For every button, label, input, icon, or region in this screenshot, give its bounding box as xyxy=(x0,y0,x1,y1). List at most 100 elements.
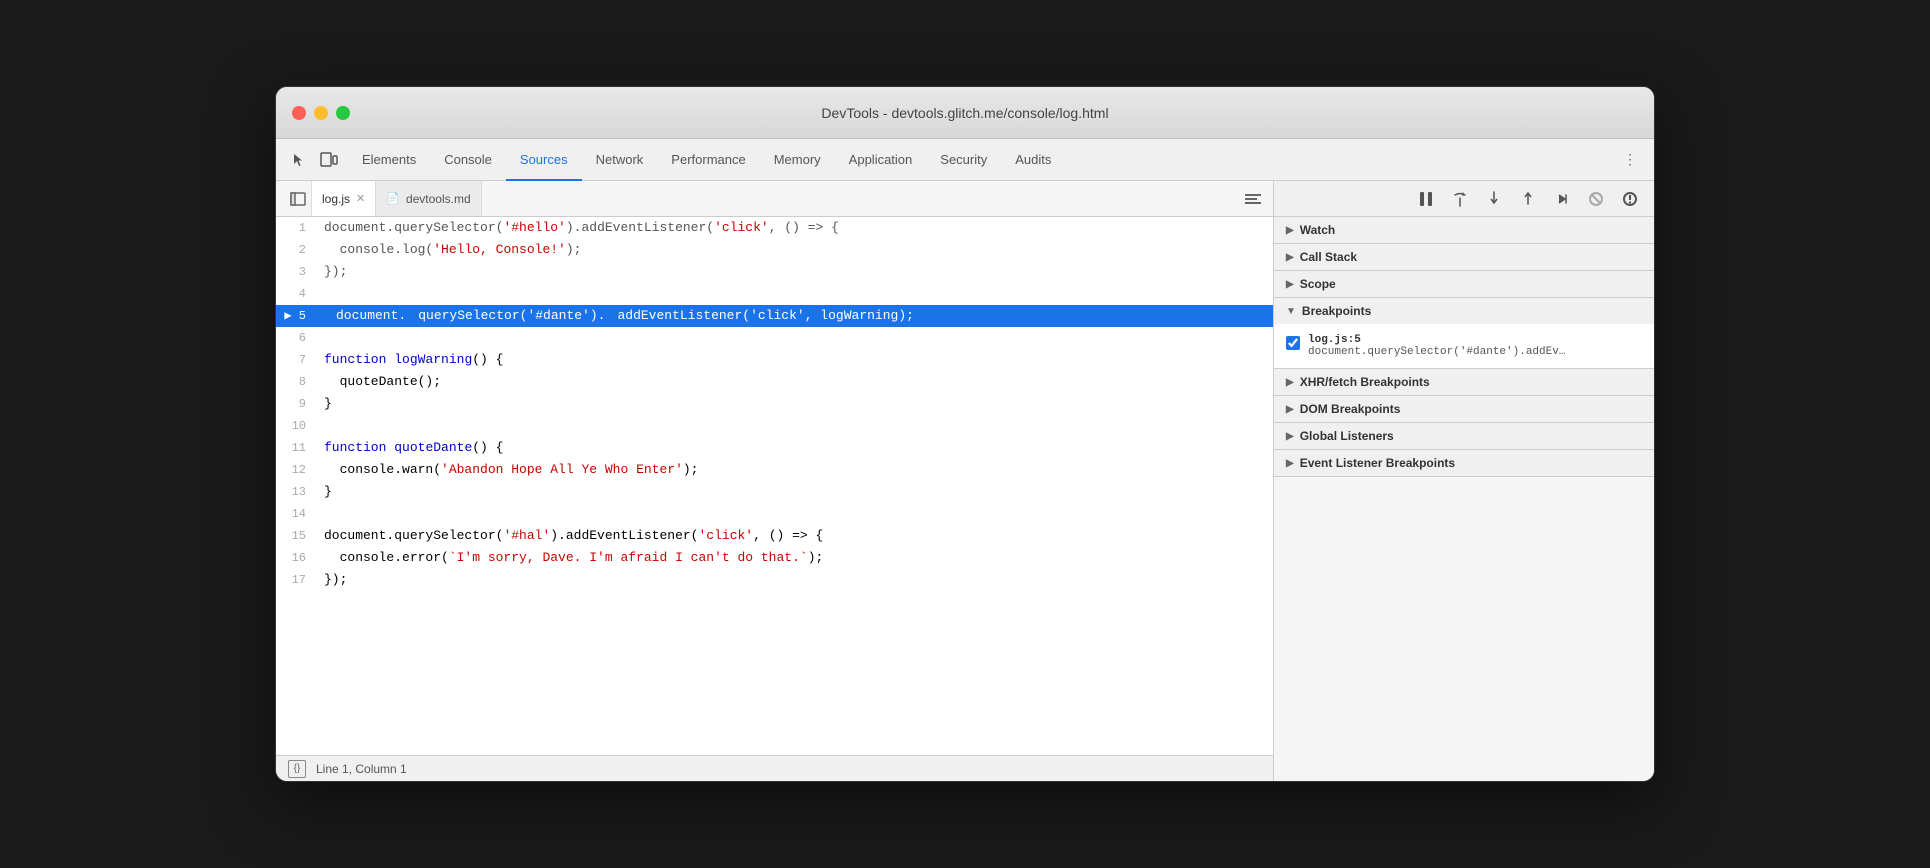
call-stack-arrow: ▶ xyxy=(1286,252,1294,263)
code-line-15: 15 document.querySelector('#hal').addEve… xyxy=(276,525,1273,547)
dom-breakpoints-section: ▶ DOM Breakpoints xyxy=(1274,396,1654,423)
more-options-button[interactable]: ⋮ xyxy=(1618,148,1642,172)
code-table: 1 document.querySelector('#hello').addEv… xyxy=(276,217,1273,591)
left-panel: log.js ✕ 📄 devtools.md xyxy=(276,181,1274,781)
event-listener-breakpoints-section: ▶ Event Listener Breakpoints xyxy=(1274,450,1654,477)
close-tab-logjs[interactable]: ✕ xyxy=(356,192,365,205)
code-line-7: 7 function logWarning() { xyxy=(276,349,1273,371)
breakpoints-header[interactable]: ▼ Breakpoints xyxy=(1274,298,1654,324)
code-line-1: 1 document.querySelector('#hello').addEv… xyxy=(276,217,1273,239)
file-panel-toggle[interactable] xyxy=(284,181,312,216)
tab-security[interactable]: Security xyxy=(926,140,1001,181)
code-line-8: 8 quoteDante(); xyxy=(276,371,1273,393)
file-tabs-bar: log.js ✕ 📄 devtools.md xyxy=(276,181,1273,217)
titlebar: DevTools - devtools.glitch.me/console/lo… xyxy=(276,87,1654,139)
tab-console[interactable]: Console xyxy=(430,140,506,181)
scope-header[interactable]: ▶ Scope xyxy=(1274,271,1654,297)
tab-performance[interactable]: Performance xyxy=(657,140,759,181)
code-line-17: 17 }); xyxy=(276,569,1273,591)
code-editor[interactable]: 1 document.querySelector('#hello').addEv… xyxy=(276,217,1273,755)
scope-label: Scope xyxy=(1300,277,1336,291)
dom-breakpoints-arrow: ▶ xyxy=(1286,404,1294,415)
code-line-13: 13 } xyxy=(276,481,1273,503)
code-line-11: 11 function quoteDante() { xyxy=(276,437,1273,459)
close-button[interactable] xyxy=(292,106,306,120)
watch-header[interactable]: ▶ Watch xyxy=(1274,217,1654,243)
breakpoints-section: ▼ Breakpoints log.js:5 document.querySel… xyxy=(1274,298,1654,369)
global-listeners-label: Global Listeners xyxy=(1300,429,1394,443)
format-button[interactable] xyxy=(1241,187,1265,211)
tab-memory[interactable]: Memory xyxy=(760,140,835,181)
devtools-window: DevTools - devtools.glitch.me/console/lo… xyxy=(275,86,1655,782)
breakpoint-code-1: document.querySelector('#dante').addEv… xyxy=(1308,346,1565,358)
watch-section: ▶ Watch xyxy=(1274,217,1654,244)
code-line-2: 2 console.log('Hello, Console!'); xyxy=(276,239,1273,261)
dom-breakpoints-label: DOM Breakpoints xyxy=(1300,402,1401,416)
tab-application[interactable]: Application xyxy=(835,140,927,181)
event-listener-breakpoints-header[interactable]: ▶ Event Listener Breakpoints xyxy=(1274,450,1654,476)
breakpoint-checkbox-1[interactable] xyxy=(1286,336,1300,350)
right-panel: ▶ Watch ▶ Call Stack ▶ Scope xyxy=(1274,181,1654,781)
code-line-14: 14 xyxy=(276,503,1273,525)
pretty-print-icon[interactable]: {} xyxy=(288,760,306,778)
tab-audits[interactable]: Audits xyxy=(1001,140,1065,181)
minimize-button[interactable] xyxy=(314,106,328,120)
device-icon[interactable] xyxy=(318,149,340,171)
code-line-12: 12 console.warn('Abandon Hope All Ye Who… xyxy=(276,459,1273,481)
maximize-button[interactable] xyxy=(336,106,350,120)
tab-sources[interactable]: Sources xyxy=(506,140,582,181)
pause-resume-button[interactable] xyxy=(1414,187,1438,211)
watch-label: Watch xyxy=(1300,223,1336,237)
xhr-section: ▶ XHR/fetch Breakpoints xyxy=(1274,369,1654,396)
tab-bar: Elements Console Sources Network Perform… xyxy=(276,139,1654,181)
code-line-4: 4 xyxy=(276,283,1273,305)
step-into-button[interactable] xyxy=(1482,187,1506,211)
file-tab-right-controls xyxy=(1241,181,1273,216)
watch-arrow: ▶ xyxy=(1286,225,1294,236)
xhr-header[interactable]: ▶ XHR/fetch Breakpoints xyxy=(1274,369,1654,395)
dom-breakpoints-header[interactable]: ▶ DOM Breakpoints xyxy=(1274,396,1654,422)
code-line-6: 6 xyxy=(276,327,1273,349)
breakpoint-file-1: log.js:5 xyxy=(1308,334,1361,346)
select-icon[interactable] xyxy=(288,149,310,171)
step-out-button[interactable] xyxy=(1516,187,1540,211)
breakpoints-content: log.js:5 document.querySelector('#dante'… xyxy=(1274,324,1654,368)
global-listeners-header[interactable]: ▶ Global Listeners xyxy=(1274,423,1654,449)
code-line-3: 3 }); xyxy=(276,261,1273,283)
breakpoint-info-1: log.js:5 document.querySelector('#dante'… xyxy=(1308,334,1565,358)
code-line-16: 16 console.error(`I'm sorry, Dave. I'm a… xyxy=(276,547,1273,569)
code-line-10: 10 xyxy=(276,415,1273,437)
event-listener-breakpoints-arrow: ▶ xyxy=(1286,458,1294,469)
window-title: DevTools - devtools.glitch.me/console/lo… xyxy=(821,105,1108,121)
tab-network[interactable]: Network xyxy=(582,140,658,181)
step-button[interactable] xyxy=(1550,187,1574,211)
file-tab-devtoolsmd[interactable]: 📄 devtools.md xyxy=(376,181,481,216)
scope-section: ▶ Scope xyxy=(1274,271,1654,298)
breakpoints-label: Breakpoints xyxy=(1302,304,1371,318)
code-line-5: ▶ 5 document.querySelector('#dante').add… xyxy=(276,305,1273,327)
call-stack-header[interactable]: ▶ Call Stack xyxy=(1274,244,1654,270)
global-listeners-section: ▶ Global Listeners xyxy=(1274,423,1654,450)
cursor-position: Line 1, Column 1 xyxy=(316,762,407,776)
xhr-label: XHR/fetch Breakpoints xyxy=(1300,375,1430,389)
file-icon: 📄 xyxy=(386,192,400,205)
pause-on-exceptions-button[interactable] xyxy=(1618,187,1642,211)
tab-elements[interactable]: Elements xyxy=(348,140,430,181)
event-listener-breakpoints-label: Event Listener Breakpoints xyxy=(1300,456,1455,470)
file-tab-devtoolsmd-label: devtools.md xyxy=(406,192,471,206)
breakpoints-arrow: ▼ xyxy=(1286,306,1296,317)
scope-arrow: ▶ xyxy=(1286,279,1294,290)
debugger-toolbar xyxy=(1274,181,1654,217)
main-content: log.js ✕ 📄 devtools.md xyxy=(276,181,1654,781)
window-controls xyxy=(292,106,350,120)
step-over-button[interactable] xyxy=(1448,187,1472,211)
status-bar: {} Line 1, Column 1 xyxy=(276,755,1273,781)
tabbar-tools xyxy=(280,139,348,180)
call-stack-section: ▶ Call Stack xyxy=(1274,244,1654,271)
call-stack-label: Call Stack xyxy=(1300,250,1357,264)
xhr-arrow: ▶ xyxy=(1286,377,1294,388)
file-tab-logjs[interactable]: log.js ✕ xyxy=(312,181,376,216)
deactivate-breakpoints-button[interactable] xyxy=(1584,187,1608,211)
tabbar-right-controls: ⋮ xyxy=(1610,139,1650,180)
file-tab-logjs-label: log.js xyxy=(322,192,350,206)
